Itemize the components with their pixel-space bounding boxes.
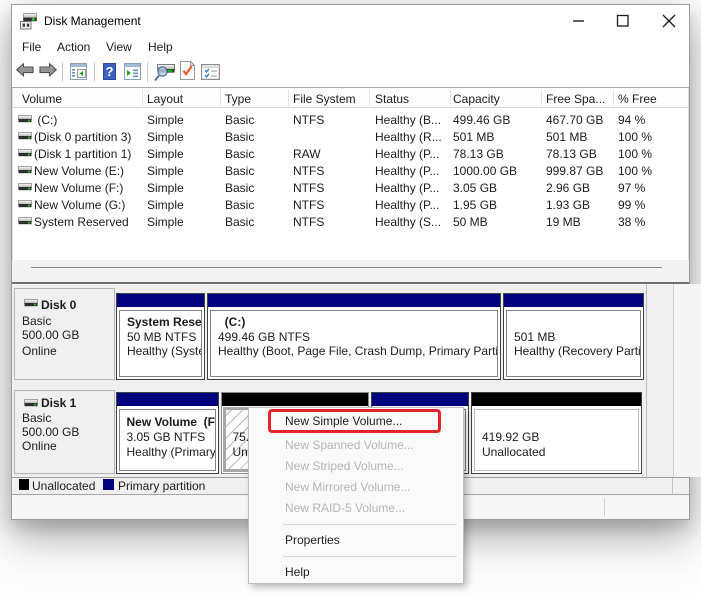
svg-text:?: ? <box>106 64 114 79</box>
